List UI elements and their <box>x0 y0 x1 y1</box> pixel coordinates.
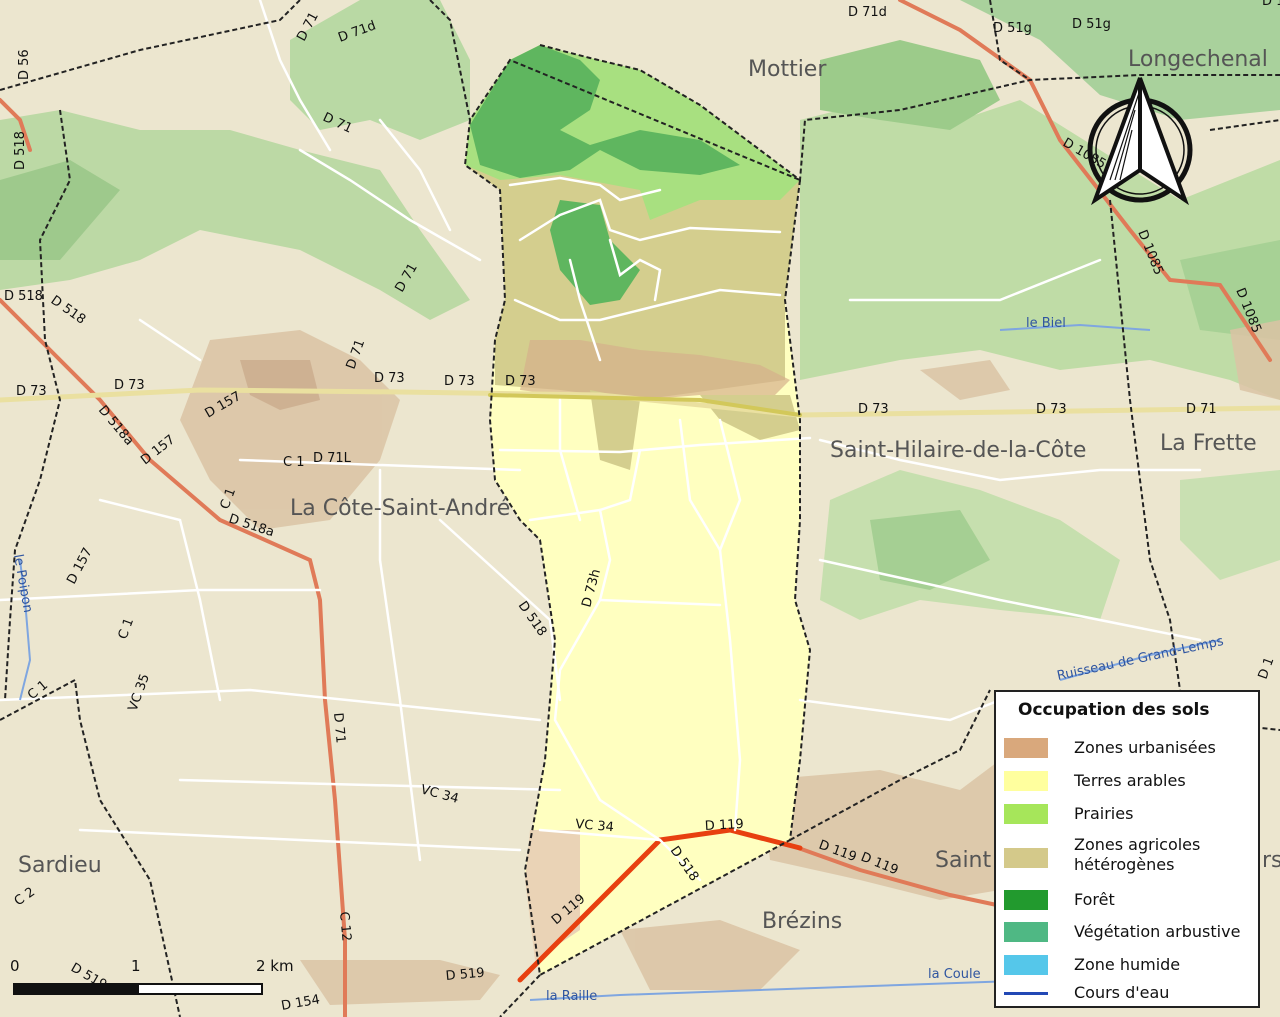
place-rs-partial: rs <box>1262 848 1280 873</box>
scale-tick-0: 0 <box>10 957 20 975</box>
road-label: D 51g <box>1072 17 1111 32</box>
legend-label: Zones urbanisées <box>1074 738 1216 757</box>
road-label: D 73 <box>505 374 536 389</box>
place-la-frette: La Frette <box>1160 431 1257 456</box>
road-label: D 71 <box>1186 402 1217 417</box>
legend-label: Prairies <box>1074 804 1134 823</box>
road-label: D 73 <box>444 374 475 389</box>
road-label: D 71L <box>313 451 352 466</box>
water-label-coule: la Coule <box>928 967 981 982</box>
place-longechenal: Longechenal <box>1128 47 1268 72</box>
legend-swatch <box>1004 738 1048 758</box>
legend-item-vegetation: Végétation arbustive <box>1004 922 1240 942</box>
scale-segment-black <box>13 983 139 995</box>
road-label: D 56 <box>17 49 32 80</box>
water-label-biel: le Biel <box>1026 316 1066 331</box>
road-label: D 71d <box>848 5 887 20</box>
road-label: D 518 <box>13 131 28 170</box>
place-mottier: Mottier <box>748 57 827 82</box>
legend-item-zone-humide: Zone humide <box>1004 955 1180 975</box>
legend-label: Forêt <box>1074 890 1115 909</box>
place-saint-partial: Saint <box>935 848 992 873</box>
legend-swatch <box>1004 890 1048 910</box>
legend: Occupation des sols Zones urbanisées Ter… <box>994 690 1260 1008</box>
legend-label: Terres arables <box>1074 771 1186 790</box>
legend-item-urbanisees: Zones urbanisées <box>1004 738 1216 758</box>
legend-swatch <box>1004 848 1048 868</box>
legend-item-foret: Forêt <box>1004 890 1115 910</box>
legend-swatch <box>1004 955 1048 975</box>
legend-label: Zone humide <box>1074 955 1181 974</box>
legend-item-cours-eau: Cours d'eau <box>1004 983 1169 1003</box>
legend-label: Cours d'eau <box>1074 983 1170 1002</box>
legend-swatch <box>1004 991 1048 995</box>
road-label: D 73 <box>16 384 47 399</box>
road-label: D 518 <box>4 289 43 304</box>
legend-swatch <box>1004 771 1048 791</box>
scale-tick-1: 1 <box>131 957 141 975</box>
scale-segment-white <box>137 983 263 995</box>
road-label: C 12 <box>336 911 354 942</box>
road-label: D 119 <box>1262 0 1280 9</box>
road-label: D 73 <box>114 378 145 393</box>
place-brezins: Brézins <box>762 909 842 934</box>
water-label-raille: la Raille <box>546 989 597 1004</box>
legend-item-prairies: Prairies <box>1004 804 1133 824</box>
road-label: D 119 <box>704 817 744 834</box>
legend-swatch <box>1004 922 1048 942</box>
legend-label: Végétation arbustive <box>1074 922 1241 941</box>
road-label: C 1 <box>283 455 304 470</box>
place-sardieu: Sardieu <box>18 853 102 878</box>
legend-label: Zones agricoles hétérogènes <box>1074 835 1201 874</box>
scale-bar: 0 1 2 km <box>10 955 310 1005</box>
place-la-cote: La Côte-Saint-André <box>290 496 510 521</box>
place-saint-hilaire: Saint-Hilaire-de-la-Côte <box>830 438 1086 463</box>
road-label: D 71 <box>330 712 348 744</box>
legend-title: Occupation des sols <box>1018 700 1210 720</box>
legend-item-zones-agricoles: Zones agricoles hétérogènes <box>1004 835 1200 875</box>
scale-tick-2: 2 km <box>256 957 294 975</box>
legend-swatch <box>1004 804 1048 824</box>
legend-item-terres-arables: Terres arables <box>1004 771 1186 791</box>
road-label: D 73 <box>374 371 405 386</box>
road-label: D 73 <box>858 402 889 417</box>
road-label: D 73 <box>1036 402 1067 417</box>
road-label: D 51g <box>993 21 1032 36</box>
